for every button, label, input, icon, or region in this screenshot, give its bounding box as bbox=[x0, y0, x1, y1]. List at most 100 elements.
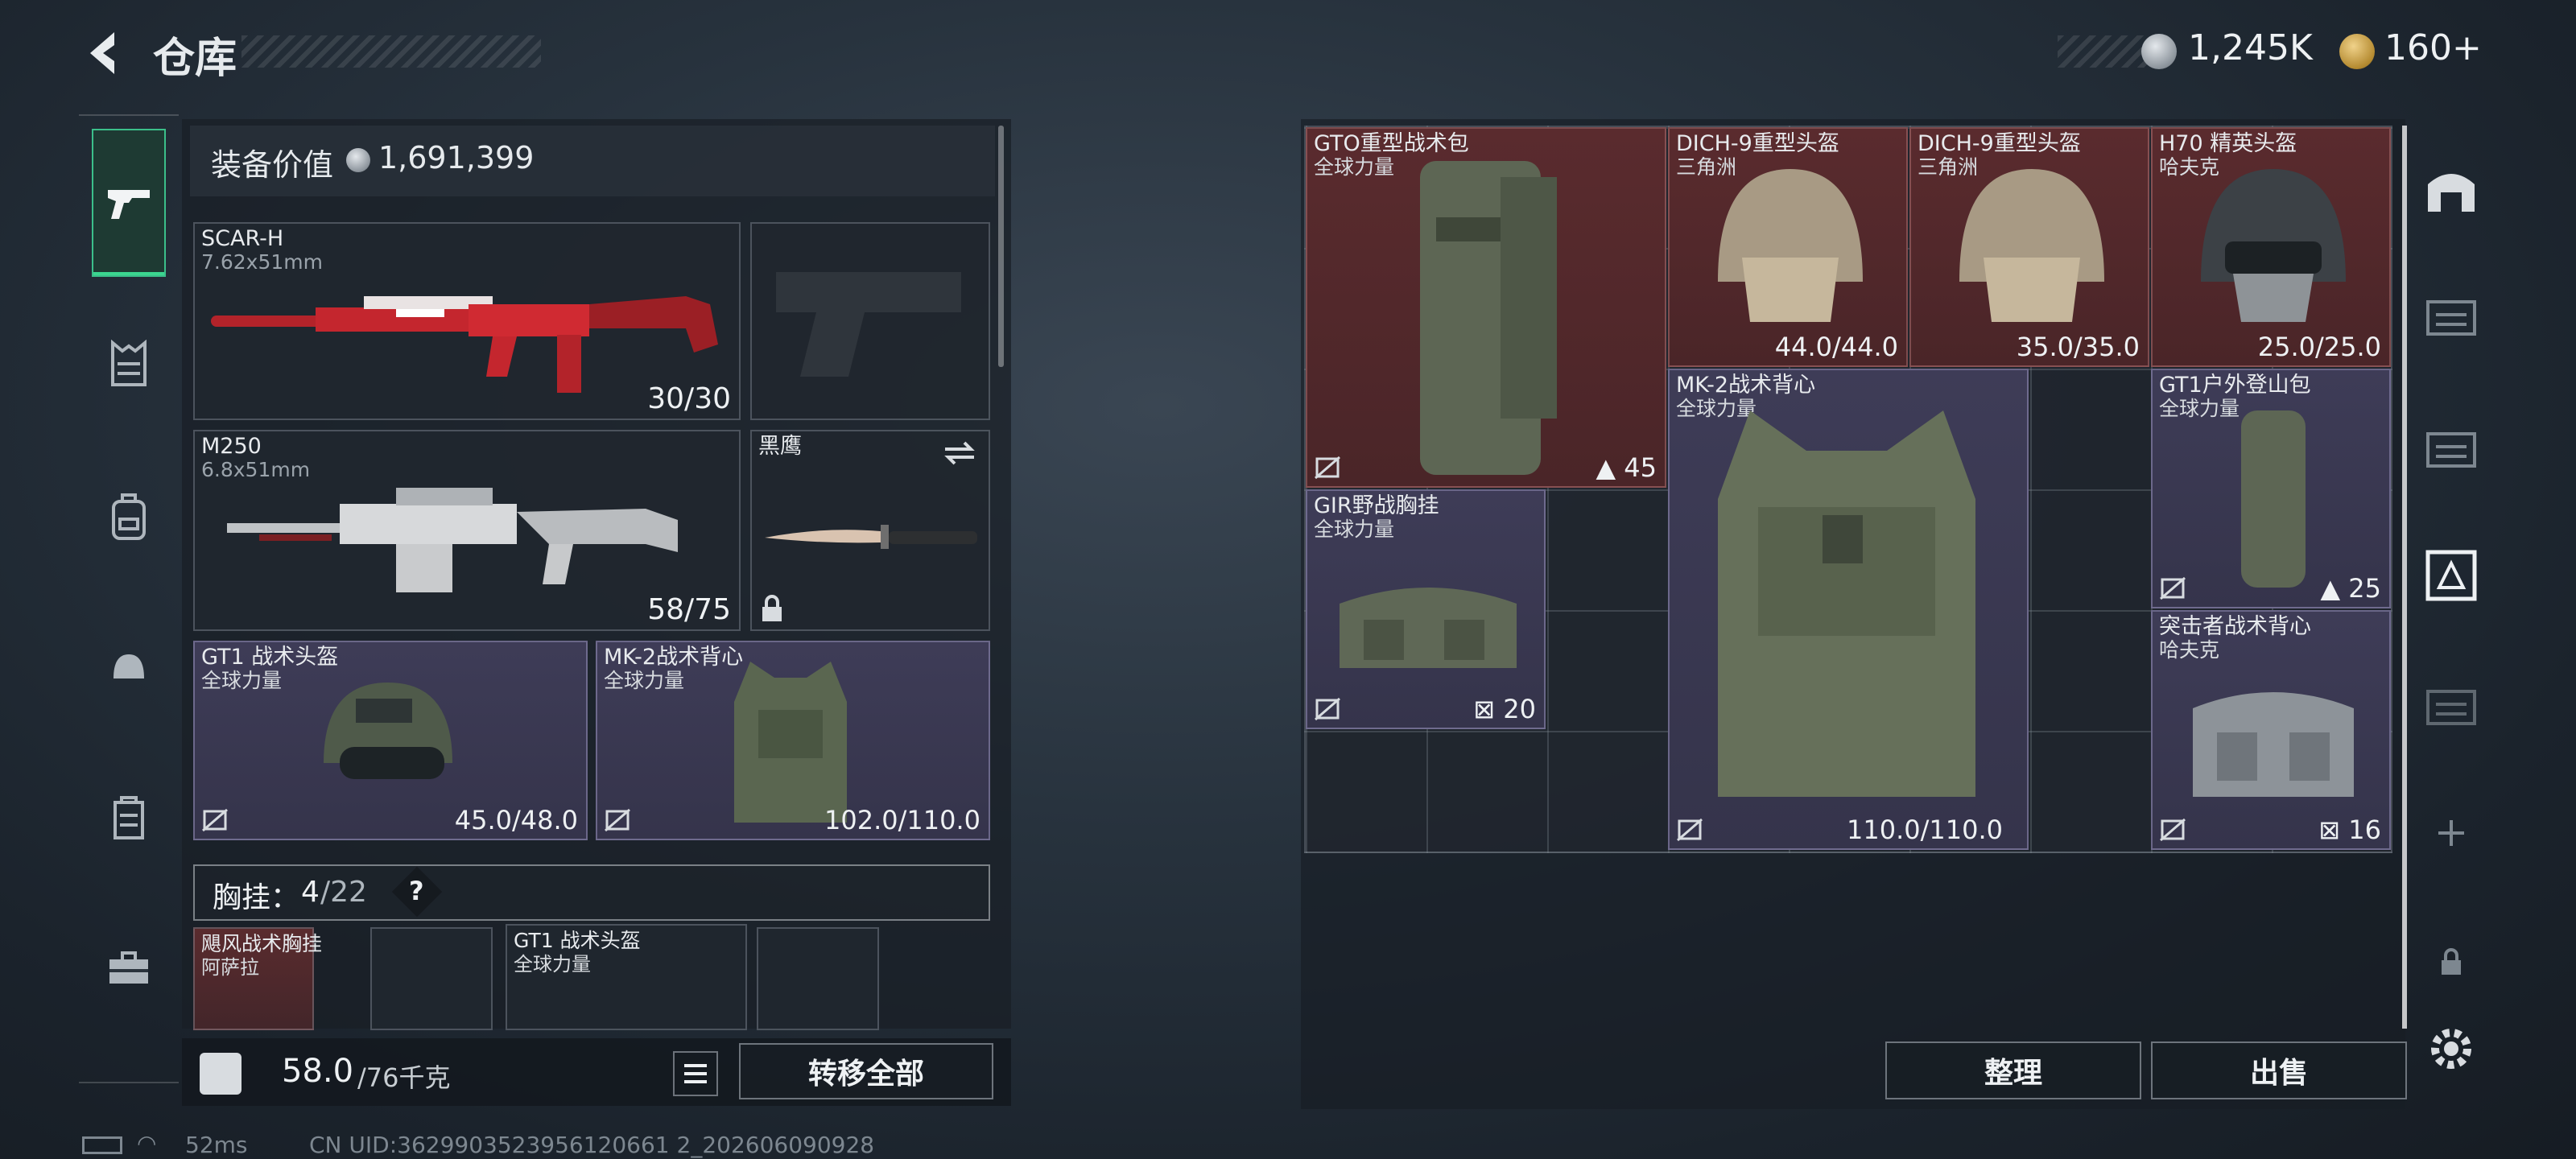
rig-item-name: 飓风战术胸挂 bbox=[201, 932, 323, 955]
add-icon[interactable] bbox=[2423, 805, 2479, 861]
item-durability: 35.0/35.0 bbox=[2016, 332, 2140, 362]
sort-button[interactable]: 整理 bbox=[1885, 1041, 2141, 1099]
vest-image bbox=[1718, 410, 1975, 797]
uid: CN UID:3629903523956120661 2_20260609092… bbox=[309, 1132, 875, 1158]
secondary-weapon-slot[interactable]: M250 6.8x51mm 58/75 bbox=[193, 430, 741, 631]
item-faction: 全球力量 bbox=[1314, 155, 1395, 179]
chest-rig-total: /22 bbox=[320, 876, 367, 909]
storage-item[interactable]: GT1户外登山包 全球力量 ▲ 25 bbox=[2151, 369, 2391, 608]
currency-decoration bbox=[2058, 35, 2154, 68]
back-arrow-icon[interactable] bbox=[79, 27, 130, 79]
item-durability: 110.0/110.0 bbox=[1847, 815, 2003, 845]
rig-item-slot[interactable]: GT1 战术头盔 全球力量 bbox=[506, 924, 747, 1030]
capacity-icon: ▲ bbox=[1596, 452, 1624, 483]
helmet-image bbox=[2201, 169, 2346, 322]
page-title: 仓库 bbox=[153, 35, 237, 83]
armor-slot[interactable]: MK-2战术背心 全球力量 102.0/110.0 bbox=[596, 641, 990, 840]
wifi-icon: ◠ bbox=[137, 1130, 157, 1157]
armor-faction: 全球力量 bbox=[604, 669, 685, 692]
weight-icon bbox=[200, 1053, 242, 1095]
storage-item[interactable]: H70 精英头盔 哈夫克 25.0/25.0 bbox=[2151, 127, 2391, 367]
battery-icon bbox=[82, 1136, 122, 1154]
storage-item[interactable]: GIR野战胸挂 全球力量 ⊠ 20 bbox=[1306, 489, 1546, 729]
helmet-image bbox=[1718, 169, 1863, 322]
help-icon: ? bbox=[409, 876, 424, 906]
item-name: 突击者战术背心 bbox=[2159, 614, 2311, 639]
rig-empty-slot[interactable] bbox=[757, 927, 879, 1030]
chest-rig-label: 胸挂： bbox=[213, 881, 300, 914]
storage-scrollbar[interactable] bbox=[2402, 126, 2407, 1029]
silver-currency: 1,245K bbox=[2188, 27, 2313, 68]
weight-max: /76千克 bbox=[357, 1062, 451, 1093]
shelf-1-icon[interactable] bbox=[2423, 287, 2479, 343]
shelf-3-icon[interactable] bbox=[2423, 676, 2479, 732]
tab-weapons[interactable] bbox=[92, 129, 166, 277]
storage-item[interactable]: GTO重型战术包 全球力量 ▲ 45 bbox=[1306, 127, 1666, 488]
rig-empty-slot[interactable] bbox=[370, 927, 493, 1030]
list-icon[interactable] bbox=[673, 1051, 718, 1096]
helmet-durability: 45.0/48.0 bbox=[454, 805, 578, 835]
category-tabs bbox=[79, 114, 179, 1083]
lock-icon bbox=[762, 595, 782, 621]
rifle-image bbox=[211, 296, 718, 393]
item-faction: 全球力量 bbox=[2159, 397, 2240, 420]
silver-coin-icon bbox=[2141, 34, 2177, 69]
tab-chest-rig[interactable] bbox=[92, 327, 166, 401]
item-name: DICH-9重型头盔 bbox=[1918, 131, 2081, 156]
rig-item-slot[interactable]: 飓风战术胸挂 阿萨拉 bbox=[193, 927, 322, 1030]
helmet-icon bbox=[114, 654, 144, 678]
chest-rig-used: 4 bbox=[301, 876, 320, 909]
warehouse-icon[interactable] bbox=[2423, 161, 2479, 217]
capacity-icon: ⊠ bbox=[1473, 694, 1504, 724]
rig-item-faction: 全球力量 bbox=[514, 953, 591, 975]
equipment-value: 1,691,399 bbox=[378, 140, 535, 175]
chest-rig-icon bbox=[111, 340, 147, 386]
storage-item[interactable]: DICH-9重型头盔 三角洲 44.0/44.0 bbox=[1668, 127, 1908, 367]
tab-container[interactable] bbox=[92, 781, 166, 855]
chest-rig-header: 胸挂： 4 /22 ? bbox=[193, 864, 990, 921]
gold-currency: 160+ bbox=[2384, 27, 2482, 68]
primary-weapon-slot[interactable]: SCAR-H 7.62x51mm 30/30 bbox=[193, 222, 741, 420]
sell-button[interactable]: 出售 bbox=[2151, 1041, 2407, 1099]
storage-item[interactable]: DICH-9重型头盔 三角洲 35.0/35.0 bbox=[1909, 127, 2149, 367]
tab-helmet[interactable] bbox=[92, 631, 166, 705]
ping: 52ms bbox=[185, 1132, 248, 1158]
item-name: GT1户外登山包 bbox=[2159, 373, 2311, 398]
pistol-placeholder-icon bbox=[776, 272, 961, 377]
knife-image bbox=[765, 525, 977, 549]
equipment-scrollbar[interactable] bbox=[998, 126, 1004, 367]
tab-toolbox[interactable] bbox=[92, 930, 166, 1004]
vault-icon[interactable] bbox=[2423, 547, 2479, 604]
item-capacity: ⊠ 16 bbox=[2318, 815, 2381, 845]
item-name: GIR野战胸挂 bbox=[1314, 493, 1439, 518]
item-capacity: ▲ 45 bbox=[1596, 452, 1657, 483]
tab-backpack[interactable] bbox=[92, 480, 166, 554]
item-name: DICH-9重型头盔 bbox=[1676, 131, 1839, 156]
storage-item[interactable]: MK-2战术背心 全球力量 110.0/110.0 bbox=[1668, 369, 2029, 850]
container-icon bbox=[114, 796, 144, 839]
lock-icon[interactable] bbox=[2423, 934, 2479, 990]
vest-image bbox=[734, 662, 847, 823]
rig-item-name: GT1 战术头盔 bbox=[514, 929, 641, 952]
silver-coin-icon bbox=[346, 148, 370, 172]
chest-rig-image bbox=[1340, 588, 1517, 668]
armor-name: MK-2战术背心 bbox=[604, 645, 744, 670]
transfer-all-button[interactable]: 转移全部 bbox=[739, 1043, 993, 1099]
settings-icon[interactable] bbox=[2423, 1021, 2479, 1077]
storage-item[interactable]: 突击者战术背心 哈夫克 ⊠ 16 bbox=[2151, 610, 2391, 850]
no-insure-icon bbox=[2160, 576, 2186, 600]
shelf-2-icon[interactable] bbox=[2423, 419, 2479, 475]
ammo-count: 58/75 bbox=[647, 593, 731, 626]
machine-gun-image bbox=[227, 488, 678, 592]
melee-slot[interactable]: 黑鹰 bbox=[750, 430, 990, 631]
no-insure-icon bbox=[605, 808, 630, 832]
capacity-icon: ▲ bbox=[2320, 573, 2349, 604]
helmet-faction: 全球力量 bbox=[201, 669, 283, 692]
capacity-icon: ⊠ bbox=[2318, 815, 2349, 845]
backpack-icon bbox=[112, 493, 146, 540]
backpack-image bbox=[1420, 161, 1557, 475]
backpack-image bbox=[2241, 410, 2306, 588]
helmet-slot[interactable]: GT1 战术头盔 全球力量 45.0/48.0 bbox=[193, 641, 588, 840]
pistol-slot[interactable] bbox=[750, 222, 990, 420]
swap-icon[interactable] bbox=[942, 439, 977, 467]
